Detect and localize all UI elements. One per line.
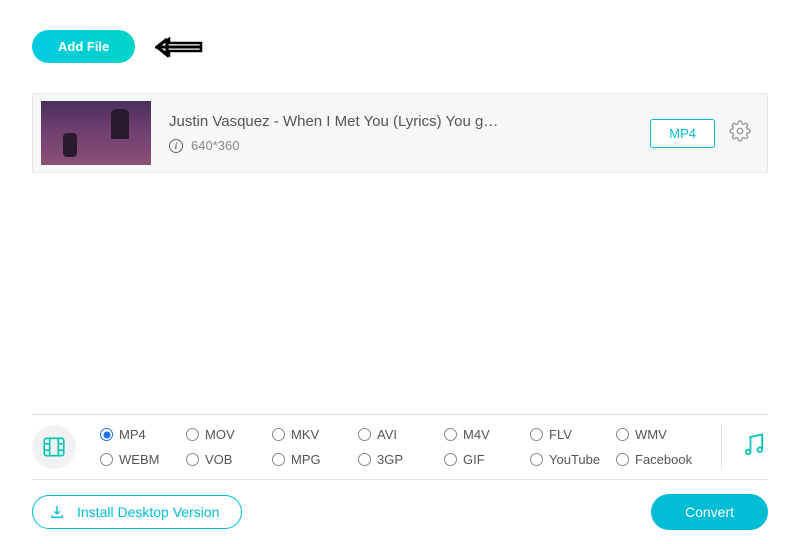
radio-icon xyxy=(358,428,371,441)
format-option-facebook[interactable]: Facebook xyxy=(616,452,702,467)
radio-icon xyxy=(358,453,371,466)
format-option-3gp[interactable]: 3GP xyxy=(358,452,444,467)
file-item: Justin Vasquez - When I Met You (Lyrics)… xyxy=(32,93,768,173)
radio-icon xyxy=(616,428,629,441)
format-option-m4v[interactable]: M4V xyxy=(444,427,530,442)
radio-icon xyxy=(530,428,543,441)
file-resolution: 640*360 xyxy=(191,138,239,153)
radio-icon xyxy=(272,428,285,441)
format-option-youtube[interactable]: YouTube xyxy=(530,452,616,467)
radio-icon xyxy=(272,453,285,466)
format-option-mpg[interactable]: MPG xyxy=(272,452,358,467)
format-option-vob[interactable]: VOB xyxy=(186,452,272,467)
install-desktop-button[interactable]: Install Desktop Version xyxy=(32,495,242,529)
download-icon xyxy=(49,504,65,520)
video-thumbnail[interactable] xyxy=(41,101,151,165)
install-desktop-label: Install Desktop Version xyxy=(77,504,219,520)
video-formats-tab-icon[interactable] xyxy=(32,425,76,469)
file-format-button[interactable]: MP4 xyxy=(650,119,715,148)
radio-icon xyxy=(100,428,113,441)
divider xyxy=(721,425,722,469)
audio-formats-tab-icon[interactable] xyxy=(740,431,768,464)
radio-icon xyxy=(616,453,629,466)
radio-icon xyxy=(100,453,113,466)
format-option-wmv[interactable]: WMV xyxy=(616,427,702,442)
format-option-mkv[interactable]: MKV xyxy=(272,427,358,442)
radio-icon xyxy=(186,453,199,466)
add-file-button[interactable]: Add File xyxy=(32,30,135,63)
format-option-webm[interactable]: WEBM xyxy=(100,452,186,467)
format-selection-bar: MP4 MOV MKV AVI M4V FLV WMV WEBM VOB MPG… xyxy=(32,414,768,480)
file-title: Justin Vasquez - When I Met You (Lyrics)… xyxy=(169,113,650,130)
format-option-avi[interactable]: AVI xyxy=(358,427,444,442)
radio-icon xyxy=(530,453,543,466)
format-option-flv[interactable]: FLV xyxy=(530,427,616,442)
radio-icon xyxy=(186,428,199,441)
format-option-gif[interactable]: GIF xyxy=(444,452,530,467)
formats-grid: MP4 MOV MKV AVI M4V FLV WMV WEBM VOB MPG… xyxy=(100,427,703,467)
format-option-mp4[interactable]: MP4 xyxy=(100,427,186,442)
gear-icon[interactable] xyxy=(729,120,751,147)
radio-icon xyxy=(444,428,457,441)
format-option-mov[interactable]: MOV xyxy=(186,427,272,442)
radio-icon xyxy=(444,453,457,466)
arrow-annotation-icon xyxy=(155,35,203,64)
convert-button[interactable]: Convert xyxy=(651,494,768,530)
info-icon[interactable]: i xyxy=(169,139,183,153)
